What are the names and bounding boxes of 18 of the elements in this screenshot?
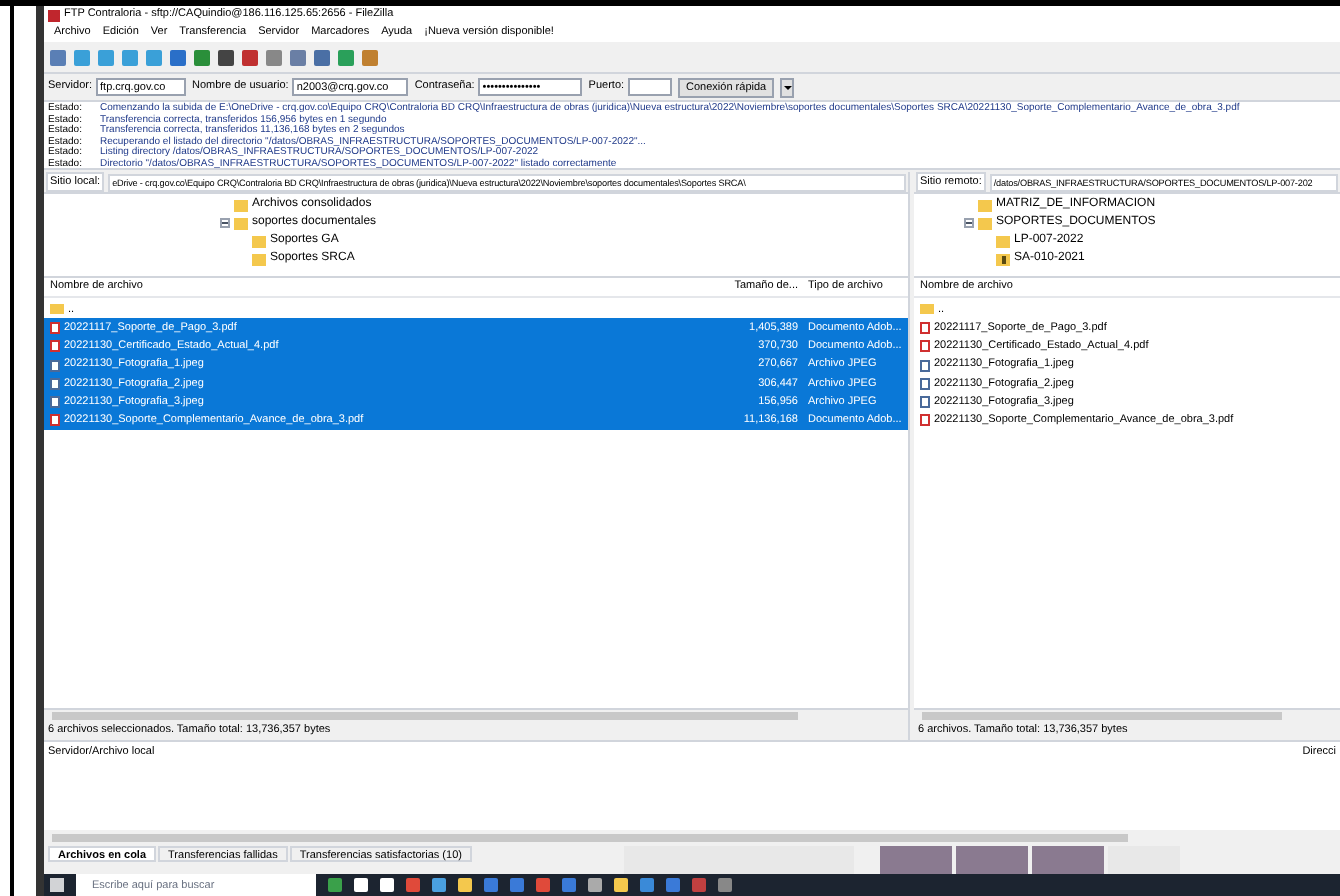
collapse-toggle-icon[interactable] — [964, 218, 974, 228]
window-thumbnail[interactable] — [1108, 846, 1180, 874]
window-thumbnail[interactable] — [1032, 846, 1104, 874]
horizontal-scrollbar[interactable] — [44, 708, 908, 722]
question-folder-icon — [996, 253, 1010, 265]
pdf-file-icon — [50, 414, 60, 427]
folder-icon — [50, 304, 64, 315]
pdf-file-icon — [920, 414, 930, 427]
collapse-toggle-icon[interactable] — [220, 218, 230, 228]
dropdown-caret-icon[interactable] — [780, 77, 795, 97]
app-logo-icon — [48, 9, 60, 21]
window-thumbnail[interactable] — [956, 846, 1028, 874]
window-thumbnail[interactable] — [880, 846, 952, 874]
input-field[interactable] — [628, 78, 673, 96]
window-thumbnail[interactable] — [624, 846, 854, 874]
horizontal-scrollbar[interactable] — [44, 830, 1340, 844]
folder-icon — [920, 304, 934, 315]
horizontal-scrollbar[interactable] — [914, 708, 1340, 722]
